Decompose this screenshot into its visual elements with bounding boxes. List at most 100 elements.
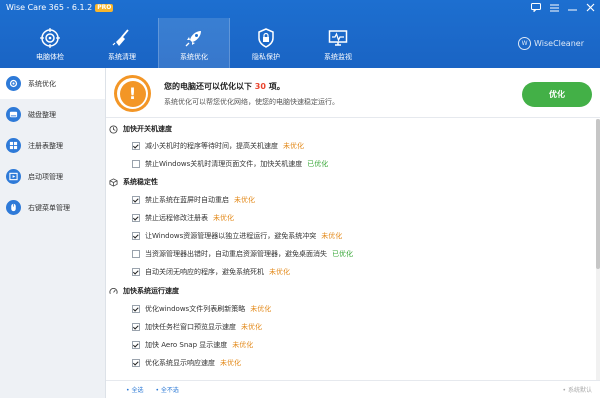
tab-label: 电脑体检	[36, 53, 64, 61]
tab-privacy[interactable]: 隐私保护	[230, 18, 302, 68]
disk-icon	[6, 107, 21, 122]
rocket-icon	[183, 28, 205, 48]
item-label: 当资源管理器出错时，自动重启资源管理器，避免桌面消失	[145, 250, 327, 258]
sidebar-item-context-menu[interactable]: 右键菜单管理	[0, 192, 105, 223]
item-checkbox[interactable]	[132, 214, 140, 222]
item-status: 未优化	[321, 232, 343, 240]
group-title: 加快开关机速度	[123, 125, 172, 133]
deselect-all-link[interactable]: • 全不选	[155, 385, 178, 394]
list-item: 优化windows文件列表刷新策略 未优化	[132, 304, 271, 314]
optimize-button[interactable]: 优化	[522, 82, 592, 107]
item-checkbox[interactable]	[132, 196, 140, 204]
list-item: 减小关机时的程序等待时间，提高关机速度 未优化	[132, 141, 304, 151]
list-item: 当资源管理器出错时，自动重启资源管理器，避免桌面消失 已优化	[132, 249, 353, 259]
main-nav: 电脑体检 系统清理 系统优化 隐私保护 系统监视	[14, 18, 374, 68]
warning-icon: !	[114, 75, 151, 112]
item-checkbox[interactable]	[132, 268, 140, 276]
issue-count: 30	[254, 82, 266, 91]
restore-default-link[interactable]: • 系统默认	[563, 385, 592, 394]
tab-label: 系统清理	[108, 53, 136, 61]
tab-label: 系统优化	[180, 53, 208, 61]
item-checkbox[interactable]	[132, 250, 140, 258]
item-status: 未优化	[250, 305, 272, 313]
mouse-icon	[6, 200, 21, 215]
summary-banner: ! 您的电脑还可以优化以下 30 项。 系统优化可以帮您优化网络，使您的电脑快速…	[106, 68, 600, 118]
item-label: 加快 Aero Snap 显示速度	[145, 341, 228, 349]
item-label: 禁止系统在蓝屏时自动重启	[145, 196, 229, 204]
group-header-stability: 系统稳定性	[109, 177, 158, 187]
group-title: 系统稳定性	[123, 178, 158, 186]
summary-subtitle: 系统优化可以帮您优化网络，使您的电脑快速稳定运行。	[164, 98, 339, 106]
item-checkbox[interactable]	[132, 232, 140, 240]
sidebar-item-label: 系统优化	[28, 79, 56, 88]
item-status: 未优化	[269, 268, 290, 276]
item-status: 未优化	[213, 214, 234, 222]
target-icon	[39, 28, 61, 48]
item-status: 未优化	[283, 142, 304, 150]
sidebar: 系统优化 磁盘整理 注册表整理 启动项管理 右键菜单管理	[0, 68, 106, 398]
sidebar-item-label: 启动项管理	[28, 172, 63, 181]
item-label: 禁止Windows关机时清理页面文件，加快关机速度	[145, 160, 303, 168]
item-label: 加快任务栏窗口预览显示速度	[145, 323, 236, 331]
summary-title-prefix: 您的电脑还可以优化以下	[164, 82, 252, 91]
item-checkbox[interactable]	[132, 160, 140, 168]
brand: W WiseCleaner	[518, 37, 584, 50]
feedback-icon[interactable]	[530, 2, 542, 13]
select-all-link[interactable]: • 全选	[126, 385, 143, 394]
header-bar: Wise Care 365 - 6.1.2 PRO 电脑体检 系统清理 系统优化…	[0, 0, 600, 68]
item-label: 禁止远程修改注册表	[145, 214, 208, 222]
window-controls	[530, 2, 596, 13]
item-checkbox[interactable]	[132, 142, 140, 150]
tab-optimize[interactable]: 系统优化	[158, 18, 230, 68]
item-checkbox[interactable]	[132, 305, 140, 313]
list-item: 加快任务栏窗口预览显示速度 未优化	[132, 322, 262, 332]
main-panel: ! 您的电脑还可以优化以下 30 项。 系统优化可以帮您优化网络，使您的电脑快速…	[106, 68, 600, 398]
item-status: 未优化	[220, 359, 241, 367]
sidebar-item-startup[interactable]: 启动项管理	[0, 161, 105, 192]
item-status: 已优化	[307, 160, 329, 168]
sidebar-item-label: 注册表整理	[28, 141, 63, 150]
broom-icon	[111, 28, 133, 48]
tab-checkup[interactable]: 电脑体检	[14, 18, 86, 68]
summary-title: 您的电脑还可以优化以下 30 项。	[164, 81, 285, 92]
sidebar-item-system-optimize[interactable]: 系统优化	[0, 68, 105, 99]
menu-icon[interactable]	[548, 2, 560, 13]
item-checkbox[interactable]	[132, 323, 140, 331]
summary-title-suffix: 项。	[268, 82, 285, 91]
window-title: Wise Care 365 - 6.1.2	[6, 3, 93, 12]
title-bar: Wise Care 365 - 6.1.2 PRO	[0, 0, 600, 16]
item-status: 未优化	[232, 341, 254, 349]
speedometer-icon	[109, 287, 118, 296]
close-icon[interactable]	[584, 2, 596, 13]
monitor-icon	[327, 28, 349, 48]
gear-icon	[6, 76, 21, 91]
sidebar-item-disk-defrag[interactable]: 磁盘整理	[0, 99, 105, 130]
list-item: 禁止远程修改注册表 未优化	[132, 213, 234, 223]
shield-lock-icon	[255, 28, 277, 48]
item-checkbox[interactable]	[132, 359, 140, 367]
brand-name: WiseCleaner	[534, 39, 584, 48]
optimization-list: 加快开关机速度 减小关机时的程序等待时间，提高关机速度 未优化 禁止Window…	[106, 119, 600, 380]
list-item: 优化系统显示响应速度 未优化	[132, 358, 241, 368]
tab-cleanup[interactable]: 系统清理	[86, 18, 158, 68]
clock-icon	[109, 124, 118, 134]
item-checkbox[interactable]	[132, 341, 140, 349]
group-header-boot-speed: 加快开关机速度	[109, 124, 172, 134]
item-label: 让Windows资源管理器以独立进程运行，避免系统冲突	[145, 232, 317, 240]
scrollbar-thumb[interactable]	[596, 119, 600, 269]
sidebar-item-registry[interactable]: 注册表整理	[0, 130, 105, 161]
list-item: 禁止系统在蓝屏时自动重启 未优化	[132, 195, 255, 205]
list-item: 禁止Windows关机时清理页面文件，加快关机速度 已优化	[132, 159, 328, 169]
item-label: 减小关机时的程序等待时间，提高关机速度	[145, 142, 278, 150]
item-status: 已优化	[332, 250, 353, 258]
item-status: 未优化	[234, 196, 255, 204]
app-title: Wise Care 365 - 6.1.2 PRO	[6, 2, 114, 13]
list-item: 自动关闭无响应的程序，避免系统死机 未优化	[132, 267, 290, 277]
item-label: 自动关闭无响应的程序，避免系统死机	[145, 268, 264, 276]
item-label: 优化windows文件列表刷新策略	[145, 305, 246, 313]
tab-monitor[interactable]: 系统监视	[302, 18, 374, 68]
minimize-icon[interactable]	[566, 2, 578, 13]
tab-label: 隐私保护	[252, 53, 280, 61]
warning-glyph: !	[119, 80, 146, 107]
list-item: 加快 Aero Snap 显示速度 未优化	[132, 340, 253, 350]
